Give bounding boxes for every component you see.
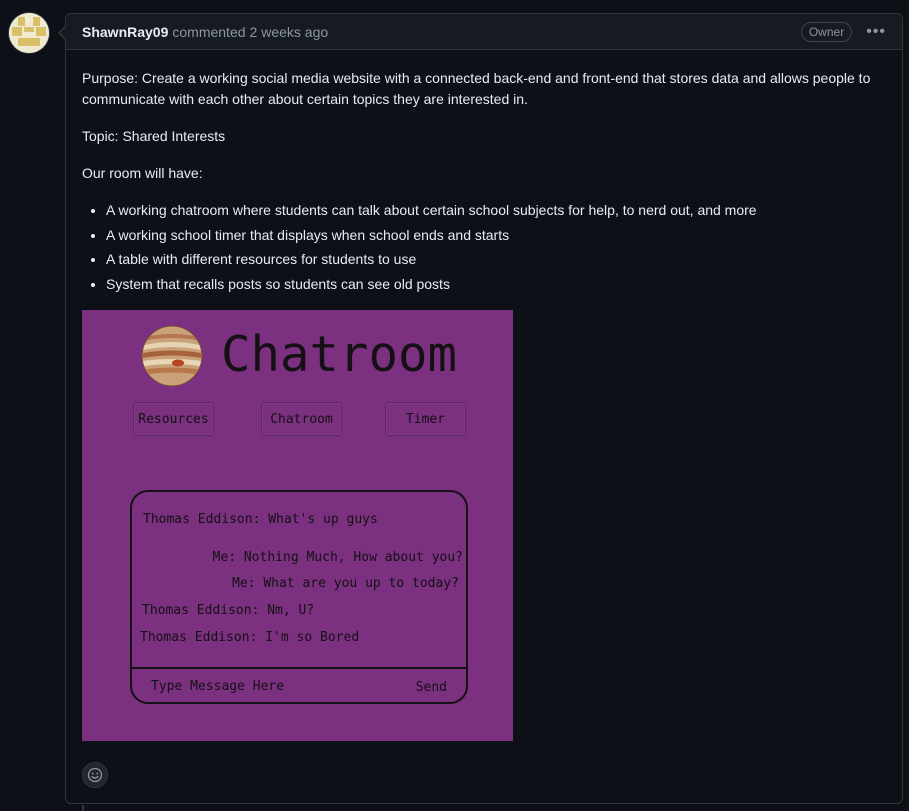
comment-header: ShawnRay09 commented 2 weeks ago Owner •…	[66, 14, 902, 50]
chat-message: Thomas Eddison: What's up guys	[143, 512, 378, 527]
comment-action: commented	[172, 23, 246, 40]
smiley-icon	[87, 767, 103, 783]
send-button[interactable]: Send	[416, 680, 447, 695]
issue-comment: ShawnRay09 commented 2 weeks ago Owner •…	[58, 13, 903, 804]
owner-badge: Owner	[800, 21, 853, 42]
chat-window: Thomas Eddison: What's up guys Me: Nothi…	[130, 490, 468, 704]
topic-paragraph: Topic: Shared Interests	[82, 128, 226, 144]
comment-body: Purpose: Create a working social media w…	[66, 50, 902, 295]
chatroom-title: Chatroom	[221, 326, 458, 383]
chat-message: Thomas Eddison: I'm so Bored	[140, 630, 360, 645]
feature-item: A working school timer that displays whe…	[106, 225, 886, 246]
feature-item: System that recalls posts so students ca…	[106, 274, 886, 295]
comment-timestamp[interactable]: 2 weeks ago	[250, 24, 329, 40]
identicon-icon	[9, 13, 49, 53]
room-intro-paragraph: Our room will have:	[82, 165, 203, 181]
author-link[interactable]: ShawnRay09	[82, 24, 168, 40]
chat-message: Thomas Eddison: Nm, U?	[142, 603, 315, 618]
planet-jupiter-icon	[141, 325, 203, 387]
feature-list: A working chatroom where students can ta…	[82, 200, 886, 295]
message-input[interactable]: Type Message Here	[151, 679, 284, 694]
kebab-horizontal-icon[interactable]: •••	[866, 23, 886, 41]
timer-button[interactable]: Timer	[385, 402, 466, 436]
chat-message: Me: What are you up to today?	[232, 576, 459, 591]
chat-message: Me: Nothing Much, How about you?	[212, 550, 463, 565]
purpose-paragraph: Purpose: Create a working social media w…	[82, 70, 871, 107]
issue-timeline: ShawnRay09 commented 2 weeks ago Owner •…	[0, 0, 909, 811]
feature-item: A working chatroom where students can ta…	[106, 200, 886, 221]
timeline-connector	[82, 805, 84, 811]
resources-button[interactable]: Resources	[133, 402, 214, 436]
chatroom-button[interactable]: Chatroom	[261, 402, 342, 436]
feature-item: A table with different resources for stu…	[106, 249, 886, 270]
chat-divider	[132, 667, 466, 669]
author-avatar[interactable]	[9, 13, 49, 53]
chatroom-mockup-image[interactable]: Chatroom Resources Chatroom Timer Thomas…	[82, 310, 513, 741]
add-reaction-button[interactable]	[82, 762, 108, 788]
